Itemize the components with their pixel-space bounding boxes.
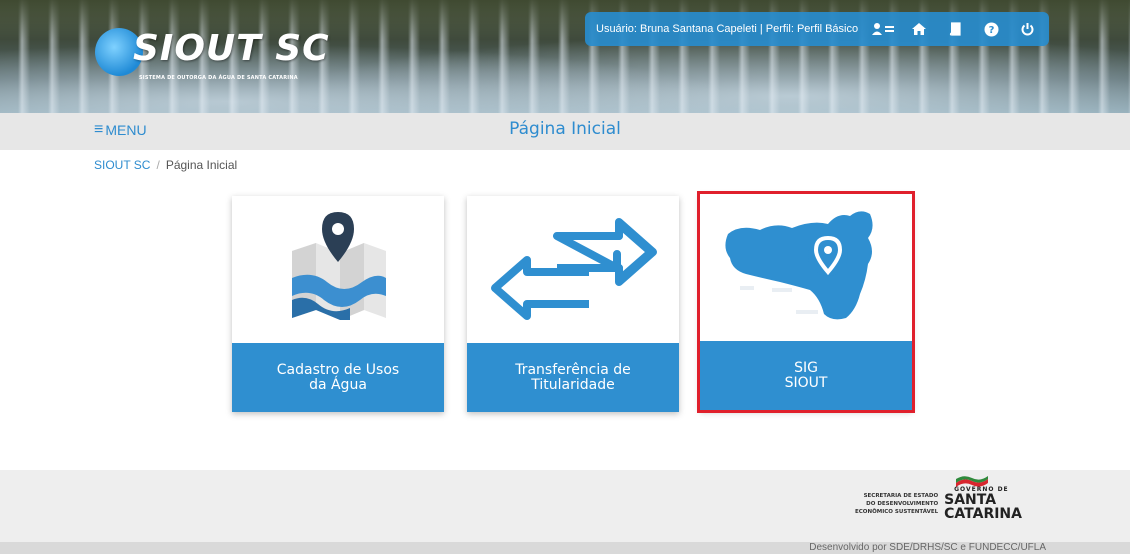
users-settings-icon[interactable] <box>868 17 898 41</box>
government-logo: SECRETARIA DE ESTADO DO DESENVOLVIMENTO … <box>855 486 1022 521</box>
credits-text: Desenvolvido por SDE/DRHS/SC e FUNDECC/U… <box>809 542 1046 553</box>
breadcrumb-root-link[interactable]: SIOUT SC <box>94 158 150 172</box>
card-label-area: SIG SIOUT <box>700 341 912 410</box>
card-sig-siout[interactable]: SIG SIOUT <box>697 191 915 413</box>
map-pin-icon <box>292 212 386 320</box>
breadcrumb-separator: / <box>156 158 160 172</box>
card-label: Transferência de Titularidade <box>515 361 631 393</box>
governo-text: GOVERNO DE SANTA CATARINA <box>944 486 1022 521</box>
card-art <box>700 194 912 341</box>
home-icon[interactable] <box>904 17 934 41</box>
header-banner: SIOUT SC SISTEMA DE OUTORGA DA ÁGUA DE S… <box>0 0 1130 113</box>
card-label-area: Cadastro de Usos da Água <box>232 343 444 412</box>
secretaria-line: SECRETARIA DE ESTADO <box>863 492 939 499</box>
svg-text:?: ? <box>988 25 994 36</box>
secretaria-line: DO DESENVOLVIMENTO <box>866 500 939 507</box>
card-art <box>467 196 679 343</box>
card-label: SIG SIOUT <box>784 359 828 391</box>
santa-catarina-map-icon <box>725 211 873 320</box>
card-transferencia-titularidade[interactable]: Transferência de Titularidade <box>467 196 679 412</box>
header-icons: ? <box>868 17 1048 41</box>
bottom-bar: Desenvolvido por SDE/DRHS/SC e FUNDECC/U… <box>0 542 1130 554</box>
sc-flag-icon <box>956 476 988 487</box>
secretaria-line: ECONÔMICO SUSTENTÁVEL <box>855 508 939 515</box>
logo-text: SIOUT SC <box>133 28 330 69</box>
logo-subtitle: SISTEMA DE OUTORGA DA ÁGUA DE SANTA CATA… <box>139 75 298 81</box>
breadcrumb-current: Página Inicial <box>165 158 238 172</box>
card-art <box>232 196 444 343</box>
transfer-arrows-icon <box>491 218 657 320</box>
card-label: Cadastro de Usos da Água <box>276 361 400 393</box>
help-icon[interactable]: ? <box>976 17 1006 41</box>
footer: SECRETARIA DE ESTADO DO DESENVOLVIMENTO … <box>0 470 1130 542</box>
card-label-area: Transferência de Titularidade <box>467 343 679 412</box>
secretaria-text: SECRETARIA DE ESTADO DO DESENVOLVIMENTO … <box>855 492 938 516</box>
page-title: Página Inicial <box>509 119 621 139</box>
power-icon[interactable] <box>1012 17 1042 41</box>
user-info: Usuário: Bruna Santana Capeleti | Perfil… <box>596 23 859 35</box>
card-cadastro-usos-agua[interactable]: Cadastro de Usos da Água <box>232 196 444 412</box>
title-bar: ≡ MENU Página Inicial <box>0 113 1130 150</box>
user-bar: Usuário: Bruna Santana Capeleti | Perfil… <box>585 12 1049 46</box>
governo-line: CATARINA <box>944 506 1022 522</box>
breadcrumb: SIOUT SC / Página Inicial <box>94 158 237 172</box>
governo-line: SANTA <box>944 492 997 508</box>
book-icon[interactable] <box>940 17 970 41</box>
